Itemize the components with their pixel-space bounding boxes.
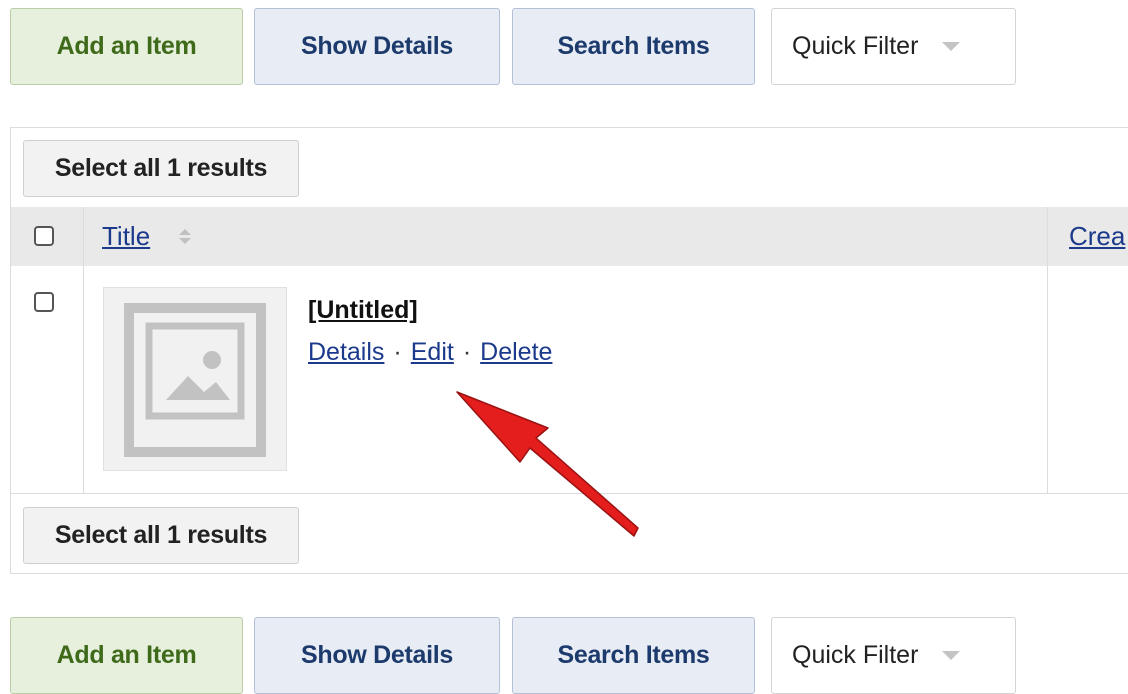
quick-filter-label: Quick Filter — [792, 641, 919, 669]
sort-icon[interactable] — [179, 229, 191, 245]
action-separator: · — [393, 338, 402, 366]
column-header-created[interactable]: Crea — [1069, 221, 1125, 252]
item-title-link[interactable]: [Untitled] — [308, 296, 418, 325]
annotation-arrow — [456, 391, 639, 537]
select-all-button[interactable]: Select all 1 results — [23, 140, 299, 197]
quick-filter-label: Quick Filter — [792, 32, 919, 60]
search-items-button-bottom[interactable]: Search Items — [512, 617, 755, 694]
show-details-button-bottom[interactable]: Show Details — [254, 617, 500, 694]
row-checkbox[interactable] — [34, 292, 54, 312]
edit-link[interactable]: Edit — [411, 338, 454, 366]
action-separator: · — [462, 338, 472, 366]
details-link[interactable]: Details — [308, 338, 384, 366]
quick-filter-dropdown-bottom[interactable]: Quick Filter — [771, 617, 1016, 694]
image-placeholder-icon — [124, 303, 266, 457]
search-items-button[interactable]: Search Items — [512, 8, 755, 85]
delete-link[interactable]: Delete — [480, 338, 552, 366]
chevron-down-icon — [942, 42, 961, 51]
show-details-button[interactable]: Show Details — [254, 8, 500, 85]
chevron-down-icon — [942, 651, 961, 660]
table-header: Title Crea — [11, 207, 1128, 266]
column-header-title[interactable]: Title — [102, 221, 150, 252]
add-item-button[interactable]: Add an Item — [10, 8, 243, 85]
select-all-checkbox[interactable] — [34, 226, 54, 246]
quick-filter-dropdown[interactable]: Quick Filter — [771, 8, 1016, 85]
item-actions: Details · Edit · Delete — [308, 338, 552, 367]
add-item-button-bottom[interactable]: Add an Item — [10, 617, 243, 694]
select-all-button-bottom[interactable]: Select all 1 results — [23, 507, 299, 564]
item-thumbnail[interactable] — [103, 287, 287, 471]
